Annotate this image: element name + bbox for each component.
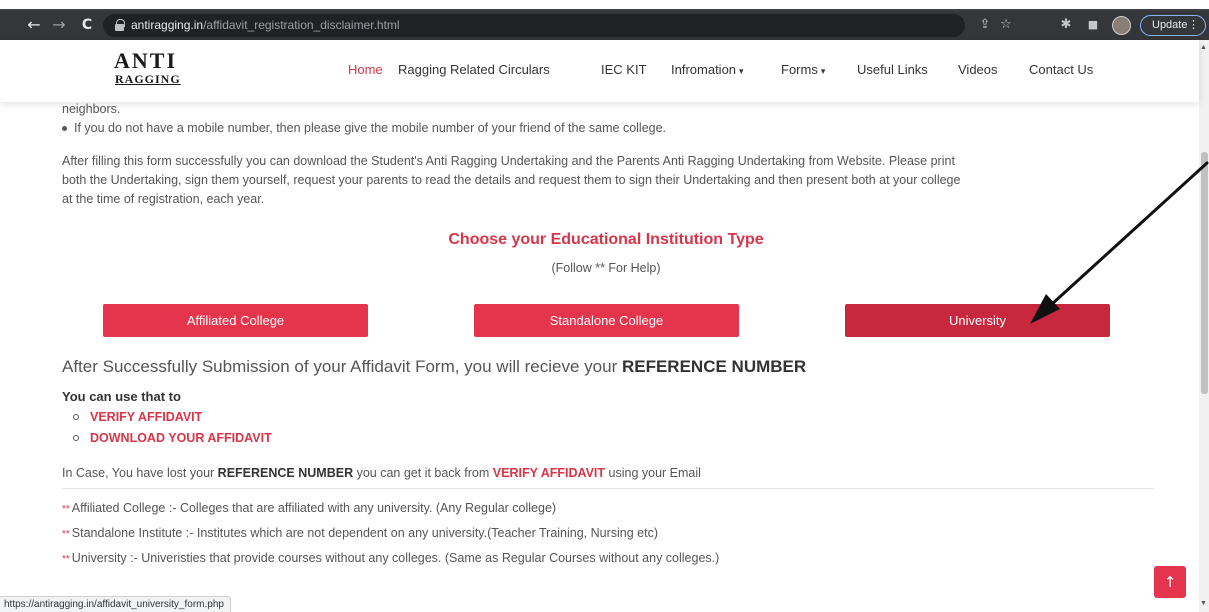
address-bar[interactable]: antiragging.in/affidavit_registration_di…	[103, 14, 1012, 37]
nav-contact[interactable]: Contact Us	[1029, 62, 1093, 77]
can-use-heading: You can use that to	[62, 389, 181, 404]
back-to-top-button[interactable]: ↑	[1154, 566, 1186, 598]
choose-institution-heading: Choose your Educational Institution Type	[448, 231, 764, 248]
url-text: antiragging.in/affidavit_registration_di…	[131, 18, 400, 32]
affiliated-college-button[interactable]: Affiliated College	[103, 304, 368, 337]
incase-prefix: In Case, You have lost your	[62, 466, 218, 480]
incase-suffix: using your Email	[605, 466, 701, 480]
note-standalone-text: Standalone Institute :- Institutes which…	[71, 526, 659, 540]
reload-icon[interactable]: C	[77, 15, 97, 35]
nav-videos[interactable]: Videos	[958, 62, 998, 77]
update-button[interactable]: Update ⋮	[1140, 15, 1206, 36]
nav-useful-links[interactable]: Useful Links	[857, 62, 928, 77]
chevron-down-icon: ▾	[820, 66, 826, 76]
nav-home[interactable]: Home	[348, 62, 383, 77]
incase-mid: you can get it back from	[353, 466, 493, 480]
note-university-text: University :- Univeristies that provide …	[71, 551, 720, 565]
forward-arrow-icon[interactable]: →	[49, 15, 69, 35]
reference-number-label: REFERENCE NUMBER	[621, 357, 807, 376]
site-navbar: ANTI RAGGING Home Ragging Related Circul…	[0, 40, 1199, 102]
submission-info: After Successfully Submission of your Af…	[62, 357, 806, 377]
nav-iec-kit[interactable]: IEC KIT	[601, 62, 647, 77]
chevron-down-icon: ▾	[739, 66, 744, 76]
circle-bullet	[73, 435, 79, 441]
extensions-puzzle-icon[interactable]: ✱	[1056, 15, 1076, 35]
university-button[interactable]: University	[845, 304, 1110, 337]
link-status-bar: https://antiragging.in/affidavit_univers…	[0, 596, 231, 612]
menu-dots-icon[interactable]: ⋮	[1188, 16, 1199, 35]
note-stars: **	[62, 554, 70, 565]
logo-top-text: ANTI	[114, 48, 178, 73]
lock-icon	[115, 19, 125, 31]
profile-avatar[interactable]	[1112, 16, 1131, 35]
note-standalone: ** Standalone Institute :- Institutes whi…	[62, 526, 658, 540]
nav-forms[interactable]: Forms ▾	[781, 62, 825, 77]
note-affiliated-text: Affiliated College :- Colleges that are …	[71, 501, 557, 515]
side-panel-icon[interactable]: ■	[1083, 15, 1103, 35]
instructions-line-3: at the time of registration, each year.	[62, 192, 265, 206]
nav-circulars[interactable]: Ragging Related Circulars	[398, 62, 550, 77]
url-path: /affidavit_registration_disclaimer.html	[203, 18, 400, 32]
download-affidavit-link[interactable]: DOWNLOAD YOUR AFFIDAVIT	[90, 431, 272, 445]
note-stars: **	[62, 504, 70, 515]
scrollbar-thumb[interactable]	[1201, 152, 1208, 394]
incase-reference-number: REFERENCE NUMBER	[217, 466, 354, 480]
lost-reference-info: In Case, You have lost your REFERENCE NU…	[62, 466, 701, 480]
browser-toolbar: ← → C antiragging.in/affidavit_registrat…	[0, 11, 1209, 40]
section-divider	[62, 488, 1154, 489]
scroll-up-icon[interactable]: ▲	[1200, 44, 1207, 51]
scroll-down-icon[interactable]: ▼	[1200, 600, 1207, 607]
instructions-line-2: both the Undertaking, sign them yourself…	[62, 173, 961, 187]
bookmark-star-icon[interactable]: ☆	[996, 15, 1016, 35]
incase-verify-affidavit-link[interactable]: VERIFY AFFIDAVIT	[493, 466, 605, 480]
update-label: Update	[1152, 19, 1188, 31]
nav-forms-label: Forms	[781, 62, 818, 77]
bullet-dot	[62, 126, 67, 131]
note-stars: **	[62, 529, 70, 540]
standalone-college-button[interactable]: Standalone College	[474, 304, 739, 337]
anti-ragging-logo[interactable]: ANTI RAGGING	[114, 50, 184, 90]
submission-text: After Successfully Submission of your Af…	[62, 357, 622, 376]
instructions-line-1: After filling this form successfully you…	[62, 154, 955, 168]
nav-information[interactable]: Infromation ▾	[671, 62, 744, 77]
help-text: (Follow ** For Help)	[551, 261, 661, 275]
logo-bottom-text: RAGGING	[115, 72, 181, 86]
nav-information-label: Infromation	[671, 62, 737, 77]
top-strip	[0, 0, 1209, 9]
note-university: ** University :- Univeristies that provid…	[62, 551, 719, 565]
verify-affidavit-link[interactable]: VERIFY AFFIDAVIT	[90, 410, 202, 424]
browser-chrome: ← → C antiragging.in/affidavit_registrat…	[0, 0, 1209, 40]
note-affiliated: ** Affiliated College :- Colleges that ar…	[62, 501, 556, 515]
url-host: antiragging.in	[131, 18, 204, 32]
share-icon[interactable]: ⇪	[975, 15, 995, 35]
main-content: neighbors. If you do not have a mobile n…	[0, 102, 1199, 594]
bullet-mobile-text: If you do not have a mobile number, then…	[74, 121, 667, 135]
back-arrow-icon[interactable]: ←	[24, 15, 44, 35]
circle-bullet	[73, 414, 79, 420]
bullet-partial-text: neighbors.	[62, 102, 121, 116]
